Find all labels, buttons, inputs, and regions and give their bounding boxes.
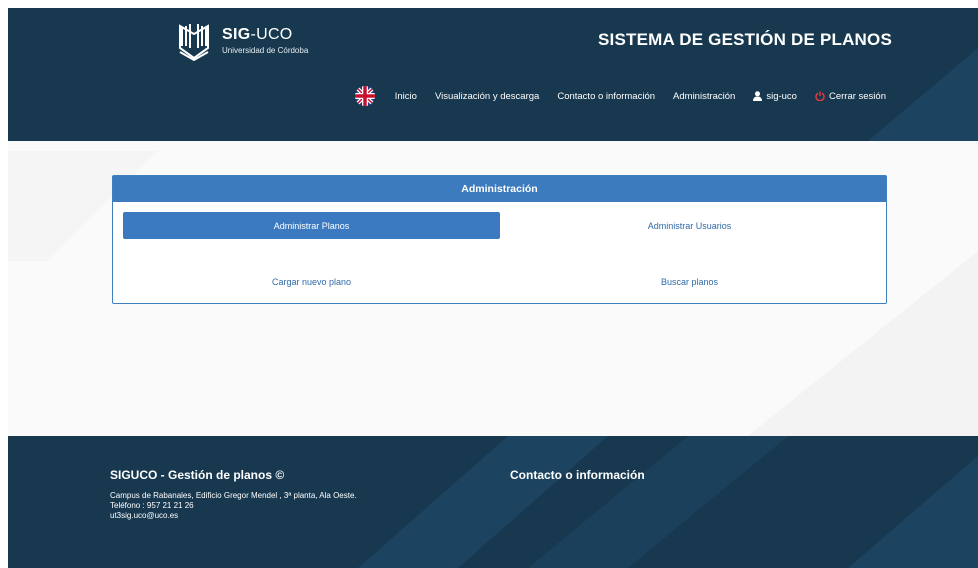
brand-subtitle: Universidad de Córdoba (222, 45, 309, 55)
site-footer: SIGUCO - Gestión de planos © Campus de R… (8, 436, 978, 568)
user-icon (753, 91, 763, 101)
nav-inicio[interactable]: Inicio (395, 91, 417, 102)
manage-plans-button[interactable]: Administrar Planos (123, 212, 500, 239)
brand-logo[interactable]: SIG-UCO Universidad de Córdoba (176, 18, 308, 62)
nav-user-label: sig-uco (766, 90, 797, 102)
manage-users-button[interactable]: Administrar Usuarios (501, 212, 878, 239)
upload-plan-button[interactable]: Cargar nuevo plano (123, 268, 500, 295)
uco-logo-icon (179, 24, 209, 62)
main-nav: Inicio Visualización y descarga Contacto… (354, 86, 886, 106)
admin-panel: Administración Administrar Planos Admini… (112, 175, 887, 304)
footer-address: Campus de Rabanales, Edificio Gregor Men… (110, 491, 357, 500)
footer-phone: Teléfono : 957 21 21 26 (110, 501, 194, 510)
page: SIG-UCO Universidad de Córdoba SISTEMA D… (8, 8, 978, 568)
nav-contacto[interactable]: Contacto o información (557, 91, 655, 102)
footer-email[interactable]: ut3sig.uco@uco.es (110, 511, 357, 521)
nav-administracion[interactable]: Administración (673, 91, 735, 102)
nav-user[interactable]: sig-uco (753, 91, 797, 102)
nav-logout[interactable]: Cerrar sesión (815, 91, 886, 102)
nav-logout-label: Cerrar sesión (828, 90, 886, 102)
footer-contact-title: Contacto o información (510, 468, 645, 482)
power-icon (815, 91, 825, 101)
site-header: SIG-UCO Universidad de Córdoba SISTEMA D… (8, 8, 978, 141)
footer-info: SIGUCO - Gestión de planos © Campus de R… (110, 468, 357, 521)
footer-title: SIGUCO - Gestión de planos © (110, 468, 285, 482)
brand-name: SIG-UCO (222, 25, 293, 43)
search-plans-button[interactable]: Buscar planos (501, 268, 878, 295)
uk-flag-icon[interactable] (354, 86, 375, 106)
nav-visualizacion[interactable]: Visualización y descarga (435, 91, 539, 102)
header-diagonal-decoration (868, 48, 978, 141)
panel-title: Administración (113, 176, 886, 202)
site-title: SISTEMA DE GESTIÓN DE PLANOS (597, 30, 892, 49)
